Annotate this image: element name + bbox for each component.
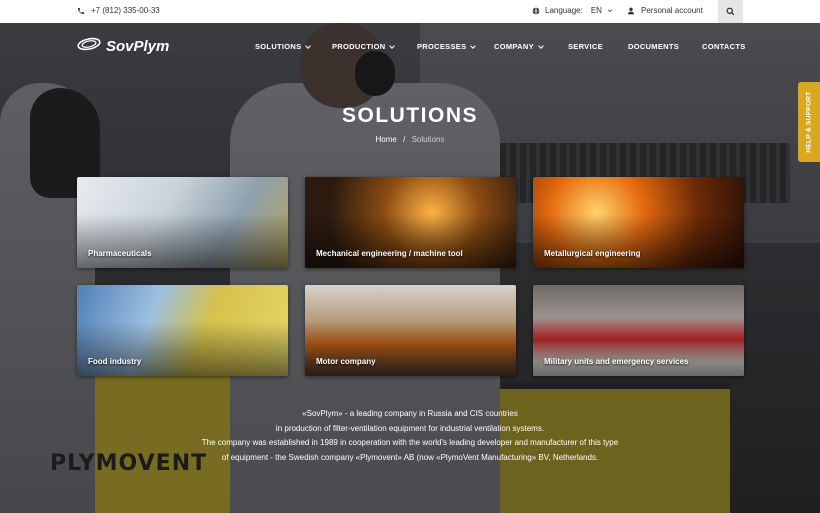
card-label[interactable]: Military units and emergency services [544,357,689,366]
breadcrumb-current: Solutions [411,135,445,144]
search-button[interactable] [718,0,743,23]
solution-card-mechanical-engineering[interactable]: Mechanical engineering / machine tool [305,177,516,268]
personal-account-link[interactable]: Personal account [627,6,703,15]
phone-icon [77,7,85,15]
card-label[interactable]: Metallurgical engineering [544,249,640,258]
chevron-down-icon [305,42,312,49]
breadcrumb: Home / Solutions [0,135,820,144]
nav-service[interactable]: SERVICE [568,42,603,51]
nav-processes[interactable]: PROCESSES [417,42,477,51]
nav-documents[interactable]: DOCUMENTS [628,42,679,51]
nav-company-label[interactable]: COMPANY [494,42,534,51]
company-description: «SovPlym» - a leading company in Russia … [0,407,820,465]
solution-card-metallurgical-engineering[interactable]: Metallurgical engineering [533,177,744,268]
nav-production-label[interactable]: PRODUCTION [332,42,385,51]
personal-account-label[interactable]: Personal account [641,6,703,15]
language-label: Language: [545,6,583,15]
chevron-down-icon [389,42,396,49]
phone-contact[interactable]: +7 (812) 335-00-33 [77,6,160,15]
solution-card-military-emergency[interactable]: Military units and emergency services [533,285,744,376]
nav-contacts-label[interactable]: CONTACTS [702,42,746,51]
user-icon [627,7,635,15]
nav-processes-label[interactable]: PROCESSES [417,42,466,51]
help-support-tab[interactable]: HELP & SUPPORT [798,82,820,162]
card-label[interactable]: Motor company [316,357,376,366]
language-selector[interactable]: Language: EN [532,6,613,15]
nav-solutions[interactable]: SOLUTIONS [255,42,312,51]
about-line: «SovPlym» - a leading company in Russia … [302,409,518,418]
nav-service-label[interactable]: SERVICE [568,42,603,51]
chevron-down-icon [470,42,477,49]
search-icon [726,7,735,16]
card-label[interactable]: Pharmaceuticals [88,249,152,258]
globe-icon [532,6,540,15]
nav-contacts[interactable]: CONTACTS [702,42,746,51]
top-bar: +7 (812) 335-00-33 Language: EN Personal… [0,0,820,23]
solution-card-food-industry[interactable]: Food industry [77,285,288,376]
about-line: The company was established in 1989 in c… [201,438,619,447]
help-support-label[interactable]: HELP & SUPPORT [806,91,813,152]
breadcrumb-separator: / [403,135,406,144]
main-nav: SOLUTIONS PRODUCTION PROCESSES COMPANY S… [0,42,820,54]
about-line: in production of filter-ventilation equi… [275,423,545,433]
nav-production[interactable]: PRODUCTION [332,42,396,51]
nav-solutions-label[interactable]: SOLUTIONS [255,42,301,51]
solution-card-pharmaceuticals[interactable]: Pharmaceuticals [77,177,288,268]
phone-number[interactable]: +7 (812) 335-00-33 [91,6,160,15]
chevron-down-icon [607,8,613,14]
breadcrumb-home[interactable]: Home [376,135,397,144]
chevron-down-icon [538,42,544,49]
solution-card-motor-company[interactable]: Motor company [305,285,516,376]
about-line: of equipment - the Swedish company «Plym… [221,452,599,462]
card-label[interactable]: Mechanical engineering / machine tool [316,249,463,258]
nav-company[interactable]: COMPANY [494,42,544,51]
language-value[interactable]: EN [591,6,602,15]
card-label[interactable]: Food industry [88,357,141,366]
nav-documents-label[interactable]: DOCUMENTS [628,42,679,51]
page-title: SOLUTIONS [341,104,478,127]
